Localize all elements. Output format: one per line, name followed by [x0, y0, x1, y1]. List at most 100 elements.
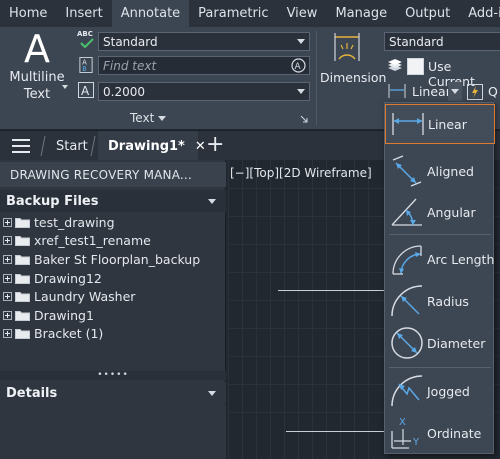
multiline-text-button[interactable]: A Multiline Text [6, 29, 68, 103]
svg-text:X: X [399, 417, 406, 428]
grid-line [256, 160, 257, 459]
viewport-controls[interactable]: [−][Top][2D Wireframe] [230, 166, 372, 180]
expand-icon[interactable] [3, 329, 12, 339]
quick-dimension-label[interactable]: Q [488, 84, 498, 99]
folder-icon [15, 217, 30, 228]
menu-item-ordinate[interactable]: X Y Ordinate [385, 413, 495, 453]
menu-separator [389, 367, 491, 368]
grid-line [270, 160, 271, 459]
expand-icon[interactable] [3, 217, 12, 227]
tab-annotate[interactable]: Annotate [111, 0, 190, 27]
use-current-swatch[interactable] [407, 58, 424, 75]
menu-item-angular[interactable]: Angular [385, 192, 495, 232]
tab-divider [40, 135, 46, 157]
grid-line [228, 160, 229, 459]
panel-divider [316, 31, 317, 125]
panel-splitter[interactable]: ••••• [0, 371, 226, 380]
list-item-label: Drawing12 [34, 270, 102, 286]
chevron-down-icon [208, 199, 216, 204]
text-style-select[interactable]: Standard [98, 32, 310, 51]
list-item[interactable]: Laundry Washer [0, 287, 226, 306]
folder-icon [15, 254, 30, 265]
linear-button-label[interactable]: Linear [412, 84, 451, 99]
radius-icon [391, 285, 423, 317]
expand-icon[interactable] [3, 310, 12, 320]
tab-drawing1[interactable]: Drawing1* ✕ [98, 131, 206, 161]
list-item-label: Laundry Washer [34, 289, 136, 305]
menu-item-label: Ordinate [427, 425, 482, 441]
backup-files-header[interactable]: Backup Files [0, 190, 226, 212]
linear-dimension-icon[interactable] [388, 84, 406, 98]
arc-length-icon [392, 245, 422, 275]
list-item[interactable]: xref_test1_rename [0, 232, 226, 251]
grid-line [242, 160, 243, 459]
grid-line [354, 160, 355, 459]
list-item[interactable]: Drawing12 [0, 269, 226, 288]
tab-home[interactable]: Home [0, 0, 56, 27]
details-header[interactable]: Details [0, 382, 226, 404]
search-icon[interactable]: A [291, 58, 306, 73]
close-icon[interactable]: ✕ [195, 139, 206, 154]
find-text-icon[interactable]: A B [78, 57, 94, 73]
svg-text:Y: Y [412, 437, 420, 448]
grid-line [340, 160, 341, 459]
multiline-text-icon: A [24, 27, 50, 71]
grid-line [368, 160, 369, 459]
multiline-text-label-1: Multiline [9, 70, 65, 85]
grip-icon: ••••• [97, 370, 129, 380]
dimension-type-menu: Linear Aligned Angular Arc Length Radius… [384, 102, 495, 454]
palette-title: DRAWING RECOVERY MANA... [0, 162, 226, 187]
menu-separator [389, 234, 491, 235]
list-item[interactable]: Bracket (1) [0, 325, 226, 344]
menu-item-label: Angular [427, 204, 476, 220]
dimension-button-label[interactable]: Dimension [320, 70, 386, 85]
check-spelling-icon[interactable]: ABC [77, 31, 97, 49]
tab-manage[interactable]: Manage [326, 0, 396, 27]
menu-item-diameter[interactable]: Diameter [385, 323, 495, 363]
expand-icon[interactable] [3, 254, 12, 264]
drawing-line [278, 290, 388, 291]
tab-view[interactable]: View [278, 0, 327, 27]
menu-item-linear[interactable]: Linear [385, 104, 495, 144]
menu-item-arc-length[interactable]: Arc Length [385, 239, 495, 279]
tab-parametric[interactable]: Parametric [189, 0, 277, 27]
list-item-label: Baker St Floorplan_backup [34, 251, 201, 267]
list-item[interactable]: Drawing1 [0, 306, 226, 325]
tab-insert[interactable]: Insert [56, 0, 111, 27]
text-height-select[interactable]: 0.2000 [98, 82, 310, 101]
ordinate-icon: X Y [391, 417, 420, 449]
text-panel-label[interactable]: Text [130, 111, 167, 125]
multiline-text-label-2: Text [23, 87, 51, 102]
quick-dimension-icon[interactable] [467, 84, 483, 100]
dimension-style-select[interactable]: Standard [384, 32, 500, 51]
menu-item-jogged[interactable]: Jogged [385, 371, 495, 411]
find-text-input[interactable]: Find text A [98, 56, 310, 75]
menu-item-aligned[interactable]: Aligned [385, 151, 495, 191]
find-text-placeholder: Find text [103, 58, 157, 73]
text-height-icon: A [78, 82, 94, 98]
tab-output[interactable]: Output [396, 0, 459, 27]
tab-drawing1-label: Drawing1* [108, 138, 185, 154]
dimension-style-value: Standard [389, 34, 444, 49]
list-item[interactable]: test_drawing [0, 213, 226, 232]
list-item-label: Bracket (1) [34, 326, 104, 342]
menu-item-label: Linear [428, 116, 467, 132]
dimension-icon[interactable] [329, 31, 365, 65]
list-item[interactable]: Baker St Floorplan_backup [0, 250, 226, 269]
expand-icon[interactable] [3, 273, 12, 283]
jogged-icon [391, 375, 423, 407]
chevron-down-icon [297, 39, 305, 44]
hamburger-menu-icon[interactable] [12, 139, 30, 153]
text-height-value: 0.2000 [103, 84, 145, 99]
expand-icon[interactable] [3, 236, 12, 246]
menu-item-label: Jogged [427, 383, 470, 399]
linear-dropdown-arrow[interactable] [448, 82, 462, 101]
tab-add-ins[interactable]: Add-ins [459, 0, 500, 27]
expand-icon[interactable] [3, 292, 12, 302]
layers-icon[interactable] [387, 58, 403, 74]
folder-icon [15, 329, 30, 340]
add-tab-icon[interactable]: + [206, 133, 224, 157]
panel-dialog-launcher-icon[interactable] [300, 115, 308, 123]
multiline-text-dropdown-arrow[interactable] [62, 85, 68, 89]
menu-item-radius[interactable]: Radius [385, 281, 495, 321]
